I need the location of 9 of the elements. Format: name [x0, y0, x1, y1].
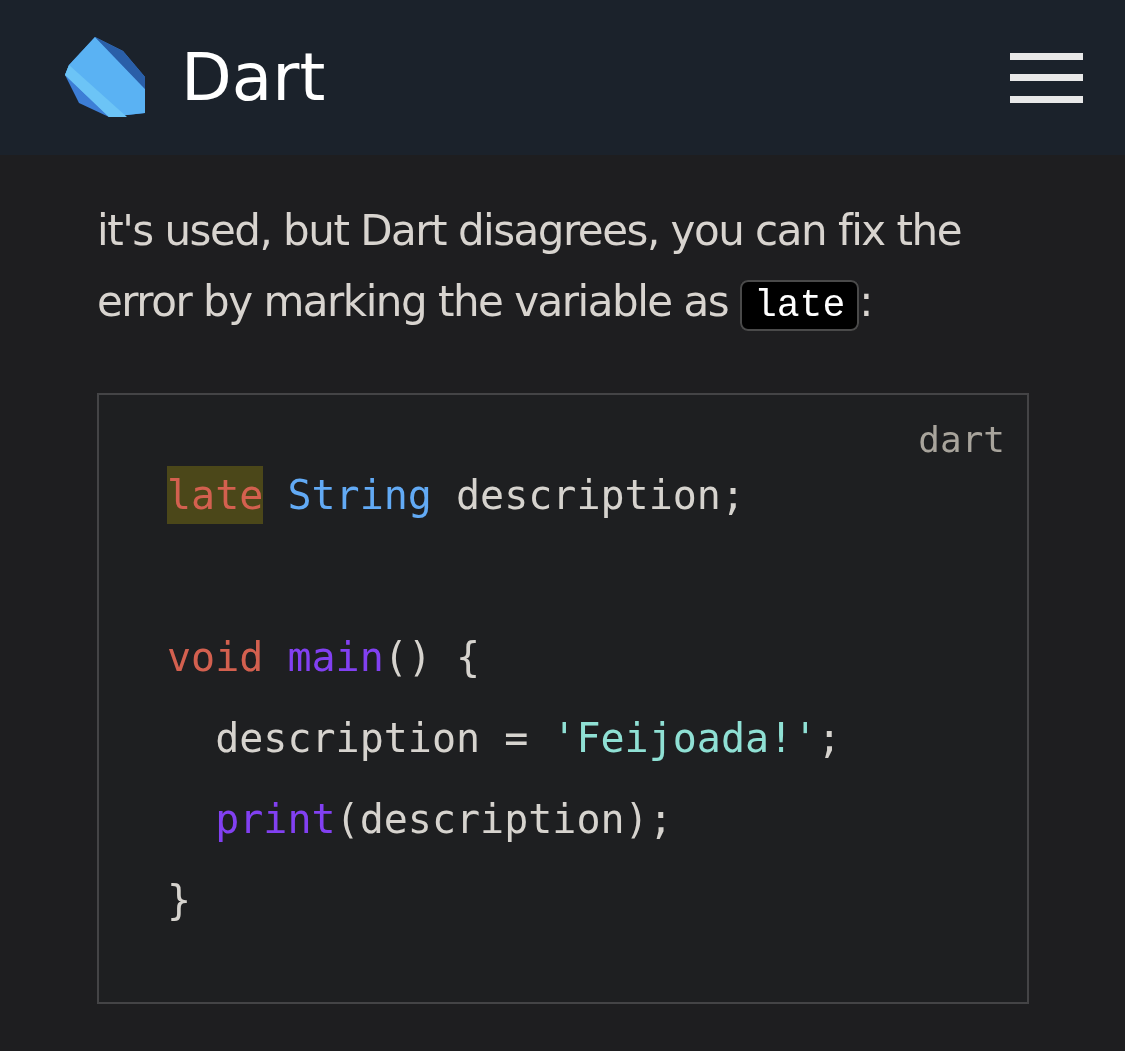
inline-code: late: [739, 280, 860, 331]
menu-icon[interactable]: [1010, 52, 1083, 103]
site-title[interactable]: Dart: [181, 44, 326, 111]
paragraph: it's used, but Dart disagrees, you can fix the error by marking the variable as late :: [97, 195, 997, 341]
code-line: description = 'Feijoada!';: [214, 714, 843, 763]
dart-logo-icon: [65, 36, 147, 119]
code-line: }: [167, 876, 193, 925]
code-line: print(description);: [214, 795, 674, 844]
code-line: void main() {: [167, 633, 482, 682]
